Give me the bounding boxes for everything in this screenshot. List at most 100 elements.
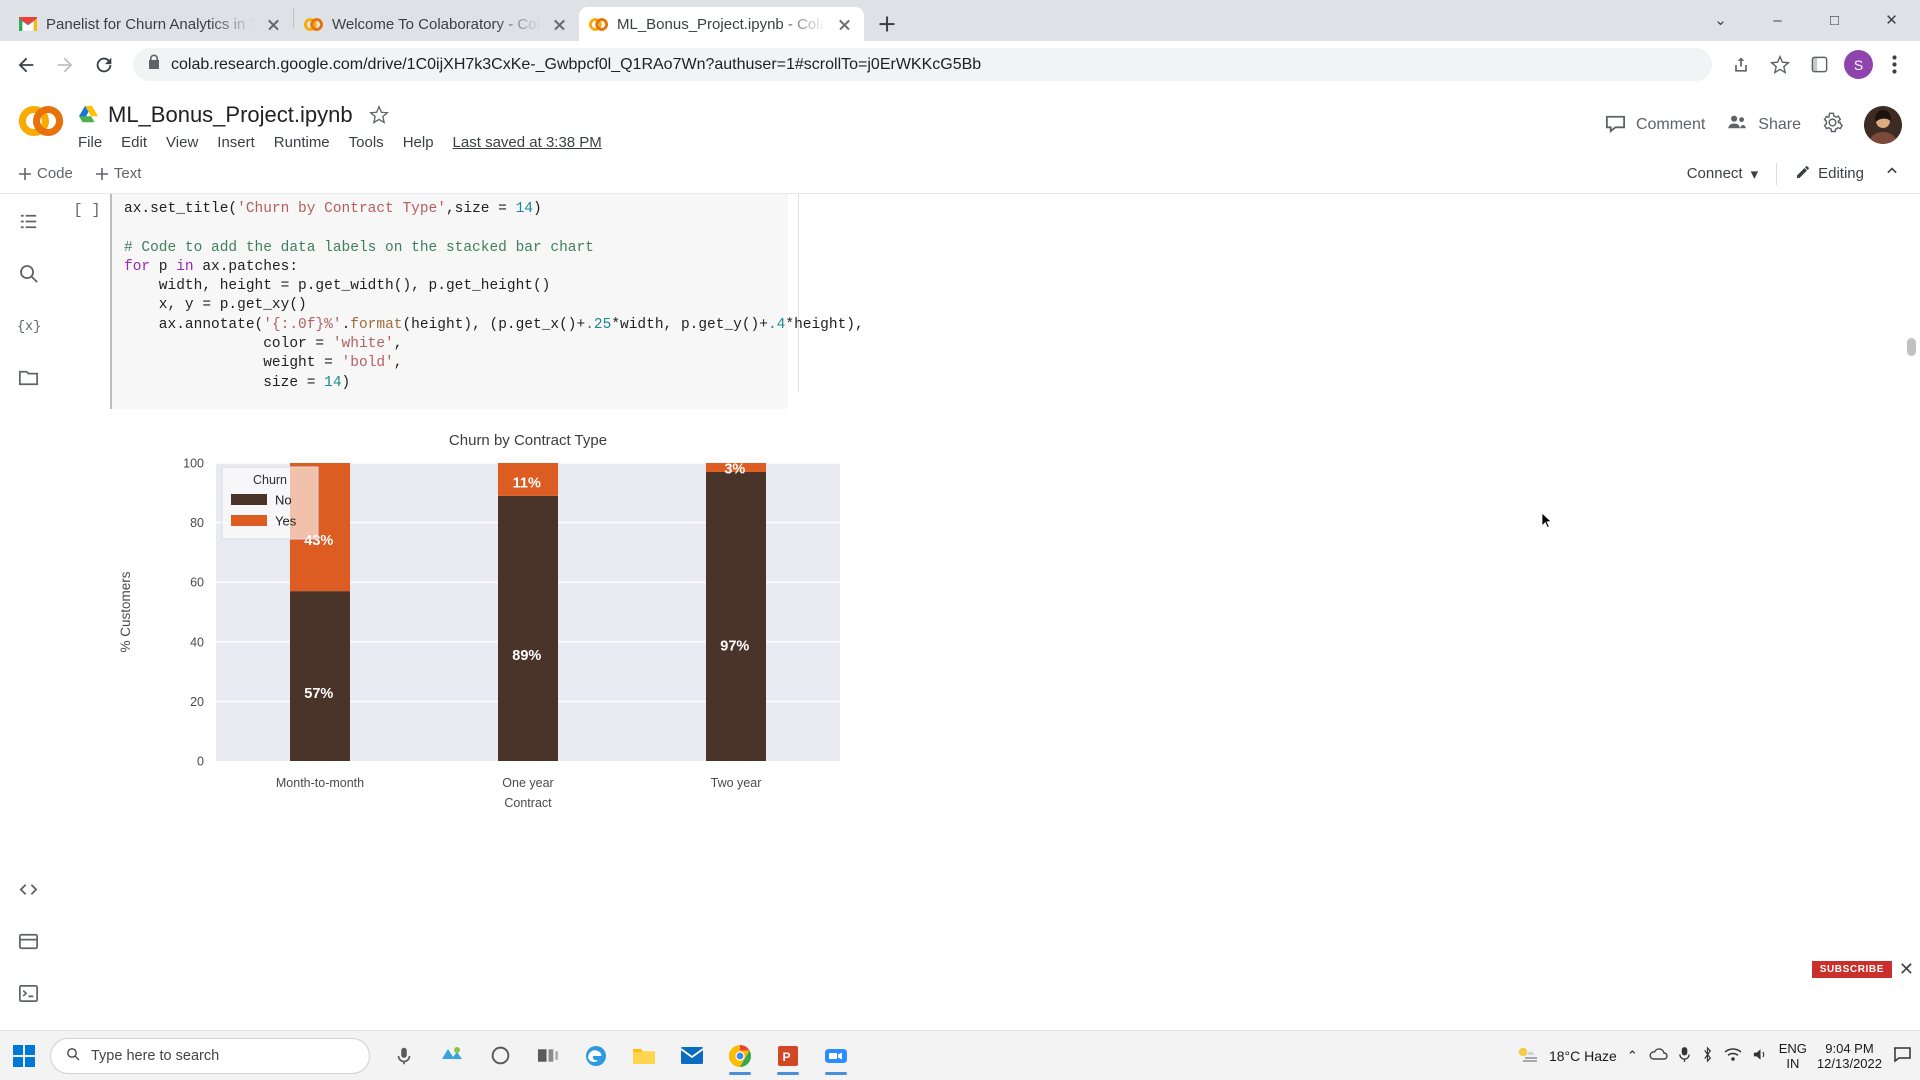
svg-text:P: P [783,1050,791,1064]
menu-item-runtime[interactable]: Runtime [274,134,330,151]
y-axis-tick-label: 40 [190,635,204,649]
address-bar[interactable]: colab.research.google.com/drive/1C0ijXH7… [133,48,1712,81]
colab-header: ML_Bonus_Project.ipynb File Edit View In… [0,88,1920,154]
code-editor[interactable]: ax.set_title('Churn by Contract Type',si… [110,194,864,409]
code-token: ax.patches: [193,258,299,275]
clock[interactable]: 9:04 PM 12/13/2022 [1817,1041,1882,1071]
add-text-cell-button[interactable]: Text [95,165,141,182]
menu-item-tools[interactable]: Tools [349,134,384,151]
forward-arrow-icon[interactable] [47,47,83,83]
comment-button[interactable]: Comment [1604,111,1705,139]
browser-tab-3[interactable]: ML_Bonus_Project.ipynb - Colab [579,7,864,41]
code-token: . [341,316,351,333]
code-token: x, y = p.get_xy() [124,297,307,314]
last-saved-label[interactable]: Last saved at 3:38 PM [453,134,602,151]
terminal-panel-icon[interactable] [15,928,41,954]
code-snippets-icon[interactable] [15,876,41,902]
terminal-icon[interactable] [15,980,41,1006]
cell-output: Churn by Contract Type 0 20 40 60 80 100 57% 43%… [64,409,1920,832]
powerpoint-icon[interactable]: P [768,1036,808,1076]
connect-button[interactable]: Connect ▾ [1687,165,1758,183]
avatar[interactable] [1864,106,1902,144]
cortana-icon[interactable] [480,1036,520,1076]
close-icon[interactable] [550,15,569,34]
close-icon[interactable] [835,15,854,34]
browser-tab-1[interactable]: Panelist for Churn Analytics in Te [8,7,293,41]
scrollbar-thumb[interactable] [1907,338,1916,356]
share-button[interactable]: Share [1725,111,1801,139]
code-token: .4 [767,316,786,333]
windows-start-icon[interactable] [0,1031,48,1080]
search-input[interactable]: Type here to search [50,1037,370,1074]
close-icon[interactable] [264,15,283,34]
tab-search-icon[interactable]: ⌄ [1692,0,1749,41]
bar-data-label: 89% [512,648,541,664]
file-explorer-icon[interactable] [624,1036,664,1076]
rail-bottom-group [15,876,41,1030]
mic-icon[interactable] [384,1036,424,1076]
menu-item-view[interactable]: View [166,134,198,151]
code-token: width, height = p.get_width(), p.get_hei… [124,278,551,295]
add-code-cell-button[interactable]: Code [18,165,73,182]
reload-icon[interactable] [86,47,122,83]
notebook-body: {x} [] ax.set_title('Churn by Contract … [0,194,1920,1030]
mouse-cursor [1541,512,1552,529]
weather-widget[interactable]: 18°C Haze [1515,1044,1617,1067]
code-token: '{:.0f}%' [263,316,342,333]
new-tab-button[interactable] [870,7,904,41]
menu-item-edit[interactable]: Edit [121,134,147,151]
menu-item-insert[interactable]: Insert [217,134,255,151]
code-line: for p in ax.patches: [124,258,776,277]
page-title[interactable]: ML_Bonus_Project.ipynb [108,102,353,128]
zoom-icon[interactable] [816,1036,856,1076]
menu-item-help[interactable]: Help [403,134,434,151]
back-arrow-icon[interactable] [8,47,44,83]
share-icon[interactable] [1723,47,1759,83]
mic-tray-icon[interactable] [1678,1046,1691,1066]
code-token: , [393,336,403,353]
star-outline-icon[interactable] [368,104,389,125]
search-icon[interactable] [15,260,41,286]
code-line: ax.set_title('Churn by Contract Type',si… [124,200,776,219]
extensions-icon[interactable] [1801,47,1837,83]
chrome-icon[interactable] [720,1036,760,1076]
notification-icon[interactable] [1892,1045,1912,1066]
code-cell[interactable]: [ ] ax.set_title('Churn by Contract Type… [64,194,1920,409]
maximize-button[interactable]: □ [1806,0,1863,41]
page-scrollbar[interactable] [1906,88,1918,1030]
wifi-icon[interactable] [1724,1047,1742,1065]
minimize-button[interactable]: – [1749,0,1806,41]
onedrive-icon[interactable] [1648,1047,1668,1064]
profile-avatar[interactable]: S [1844,50,1873,79]
subscribe-badge[interactable]: SUBSCRIBE [1811,961,1892,978]
mail-icon[interactable] [672,1036,712,1076]
language-indicator[interactable]: ENG IN [1779,1041,1807,1071]
browser-tab-title: Welcome To Colaboratory - Colab [332,15,541,33]
menu-item-file[interactable]: File [78,134,102,151]
settings-button[interactable] [1821,111,1844,139]
bluetooth-icon[interactable] [1701,1046,1714,1066]
code-line: ax.annotate('{:.0f}%'.format(height), (p… [124,316,864,335]
browser-tab-2[interactable]: Welcome To Colaboratory - Colab [294,7,579,41]
cell-run-prompt[interactable]: [ ] [64,194,110,409]
close-window-button[interactable]: ✕ [1863,0,1920,41]
editing-mode-button[interactable]: Editing [1795,164,1864,184]
legend-swatch-yes [231,514,267,526]
tray-overflow-chevron-icon[interactable]: ⌃ [1627,1048,1638,1064]
chevron-up-icon[interactable] [1882,161,1902,186]
task-view-icon[interactable] [528,1036,568,1076]
kebab-menu-icon[interactable] [1876,47,1912,83]
colab-logo[interactable] [18,98,64,144]
volume-icon[interactable] [1752,1047,1769,1065]
edge-icon[interactable] [576,1036,616,1076]
svg-text:{x}: {x} [16,320,40,335]
close-overlay-icon[interactable]: ✕ [1899,959,1914,980]
colab-icon [304,15,323,34]
bookmark-star-icon[interactable] [1762,47,1798,83]
app-teams-icon[interactable] [432,1036,472,1076]
variables-icon[interactable]: {x} [15,312,41,338]
files-icon[interactable] [15,364,41,390]
gear-icon [1821,111,1844,139]
toc-icon[interactable] [15,208,41,234]
code-token: p [150,258,177,275]
